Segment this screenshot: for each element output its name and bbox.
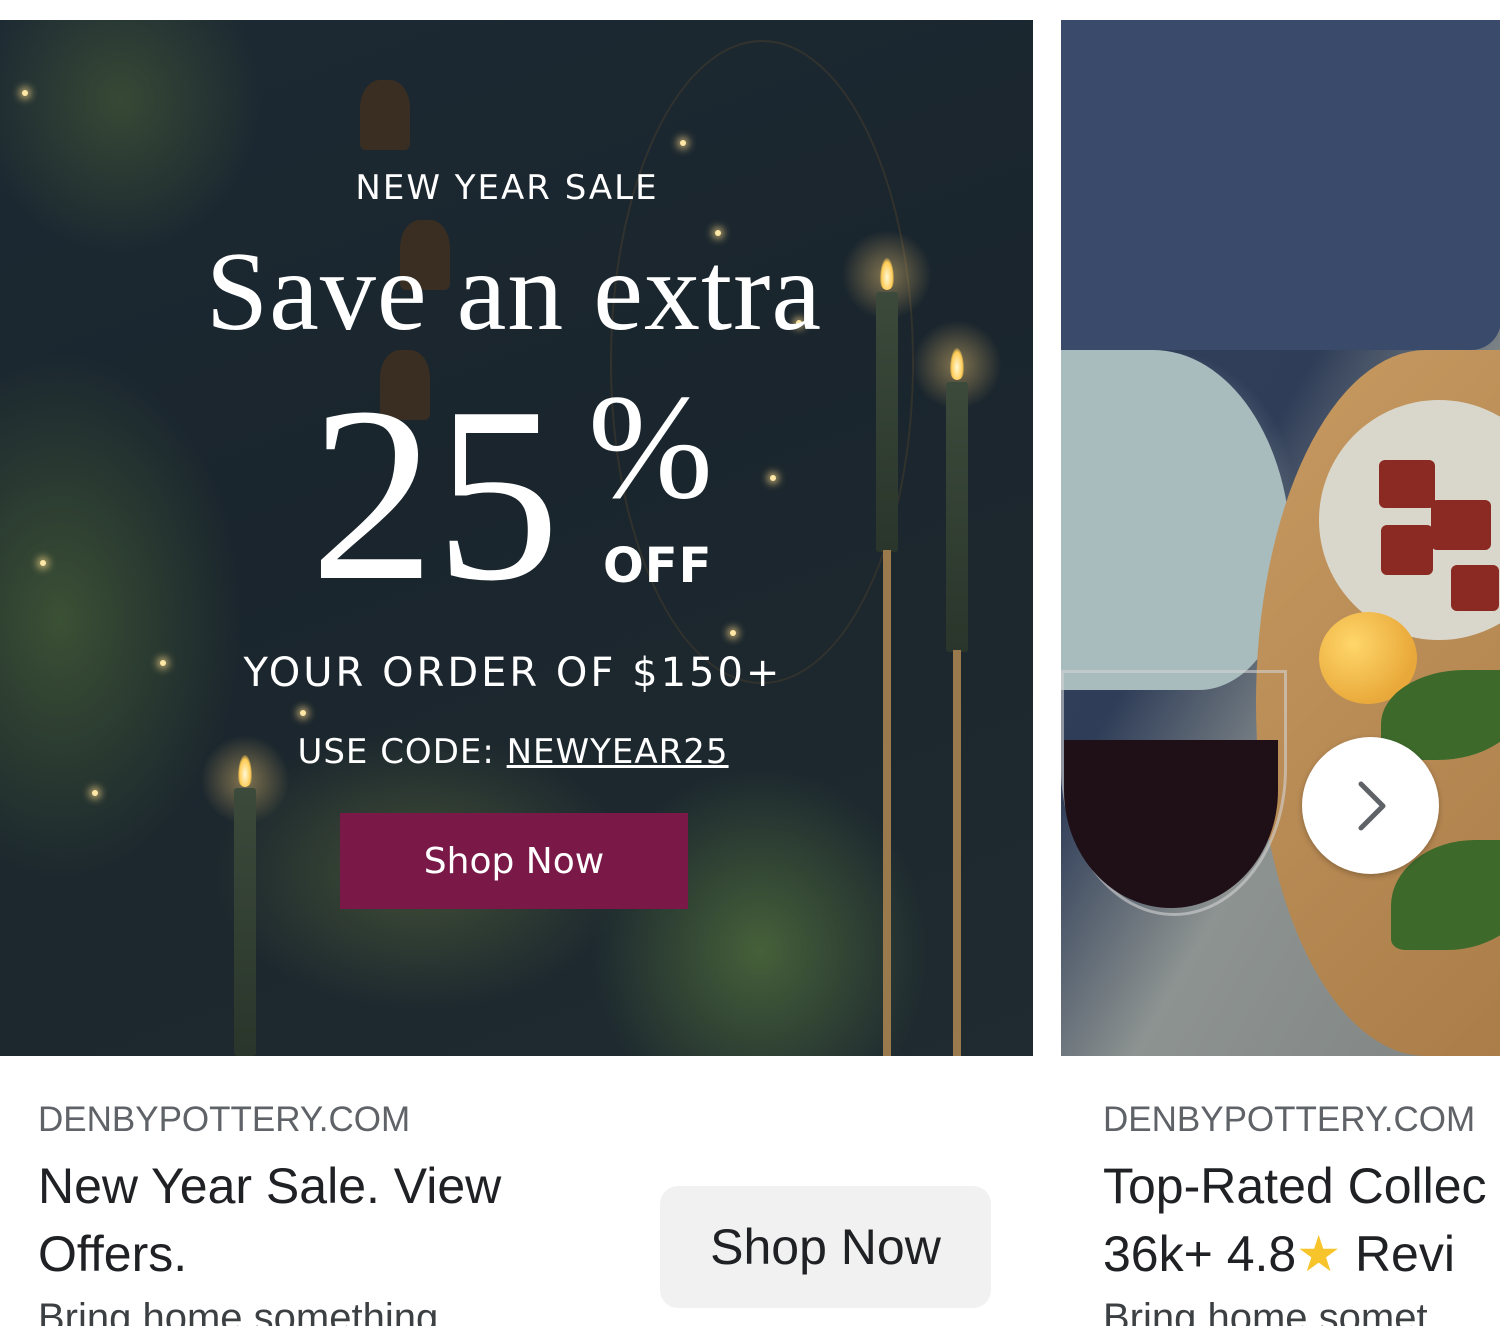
reviews-text: Revi <box>1354 1226 1455 1282</box>
ad-carousel: NEW YEAR SALE Save an extra 25 % OFF YOU… <box>0 0 1500 1339</box>
star-icon: ★ <box>1296 1226 1342 1282</box>
cushion-decoration <box>1061 20 1500 350</box>
fairy-light <box>770 475 776 481</box>
ad-title-2-line-2: 36k+ 4.8★ Revi <box>1103 1220 1487 1288</box>
fairy-light <box>730 630 736 636</box>
fairy-light <box>680 140 686 146</box>
promo-headline: Save an extra <box>205 230 823 354</box>
rating-text: 36k+ 4.8 <box>1103 1226 1297 1282</box>
fairy-light <box>22 90 28 96</box>
candle <box>234 788 256 1056</box>
discount-number: 25 <box>310 356 560 633</box>
ad-banner-image-2[interactable] <box>1061 20 1500 1056</box>
wine-decoration <box>1064 740 1278 908</box>
promo-code: NEWYEAR25 <box>506 732 729 772</box>
ad-title-line-1: New Year Sale. View <box>38 1158 502 1214</box>
fairy-light <box>40 560 46 566</box>
ad-banner-image[interactable]: NEW YEAR SALE Save an extra 25 % OFF YOU… <box>0 20 1033 1056</box>
carousel-next-button[interactable] <box>1302 737 1439 874</box>
ad-card-1[interactable]: NEW YEAR SALE Save an extra 25 % OFF YOU… <box>0 20 1033 1056</box>
fairy-light <box>300 710 306 716</box>
bell-decoration <box>360 80 410 150</box>
food-decoration <box>1381 525 1433 575</box>
order-minimum: YOUR ORDER OF $150+ <box>243 650 783 696</box>
candle-stand <box>953 650 961 1056</box>
ad-domain: DENBYPOTTERY.COM <box>38 1100 411 1139</box>
ad-title[interactable]: New Year Sale. View Offers. <box>38 1152 501 1288</box>
shop-now-button[interactable]: Shop Now <box>660 1186 991 1308</box>
promo-eyebrow: NEW YEAR SALE <box>355 168 659 208</box>
food-decoration <box>1431 500 1491 550</box>
ad-domain-2: DENBYPOTTERY.COM <box>1103 1100 1476 1139</box>
ad-description: Bring home something <box>38 1296 439 1326</box>
promo-code-line: USE CODE: NEWYEAR25 <box>0 732 1026 772</box>
discount-suffix: OFF <box>603 538 713 594</box>
promo-code-prefix: USE CODE: <box>297 732 507 772</box>
ad-title-line-2: Offers. <box>38 1226 188 1282</box>
ad-title-2-line-1: Top-Rated Collec <box>1103 1158 1487 1214</box>
food-decoration <box>1379 460 1435 508</box>
candle-stand <box>883 550 891 1056</box>
fairy-light <box>92 790 98 796</box>
discount-symbol: % <box>588 364 713 530</box>
candle <box>946 382 968 652</box>
napkin-decoration <box>1061 350 1291 690</box>
ad-description-2: Bring home somet <box>1103 1296 1428 1326</box>
banner-shop-now-button[interactable]: Shop Now <box>340 813 688 909</box>
ad-card-2[interactable] <box>1061 20 1500 1056</box>
chevron-right-icon <box>1358 781 1385 830</box>
ad-title-2[interactable]: Top-Rated Collec 36k+ 4.8★ Revi <box>1103 1152 1487 1288</box>
food-decoration <box>1451 565 1499 611</box>
